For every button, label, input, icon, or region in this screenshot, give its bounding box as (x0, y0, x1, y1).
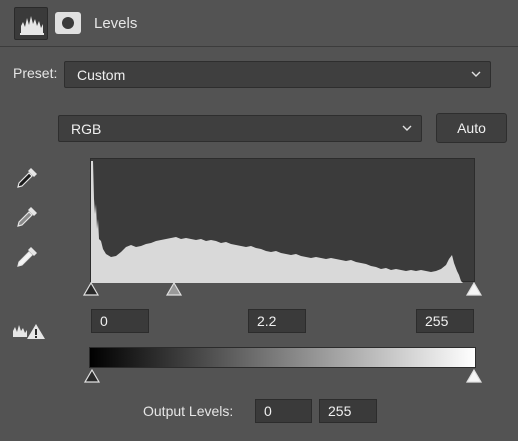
panel-title: Levels (94, 15, 138, 32)
histogram-graph (91, 161, 463, 283)
mask-icon (62, 17, 74, 29)
chevron-down-icon (471, 71, 481, 77)
panel-header: Levels (0, 0, 518, 47)
clipping-warning-icon[interactable] (12, 321, 46, 341)
preset-label: Preset: (13, 65, 58, 81)
input-black-field[interactable]: 0 (91, 309, 149, 333)
levels-adjustment-tab[interactable] (14, 7, 48, 40)
auto-button[interactable]: Auto (436, 113, 507, 143)
gamma-input-slider[interactable] (165, 282, 183, 298)
output-gradient-bar (89, 347, 476, 368)
chevron-down-icon (402, 125, 412, 131)
gray-point-eyedropper-icon[interactable] (14, 204, 40, 230)
white-point-eyedropper-icon[interactable] (14, 244, 40, 270)
preset-value: Custom (77, 67, 126, 83)
black-input-slider[interactable] (82, 282, 100, 298)
output-levels-label: Output Levels: (143, 403, 234, 419)
white-output-slider[interactable] (465, 369, 483, 385)
output-white-field[interactable]: 255 (319, 399, 377, 423)
output-black-field[interactable]: 0 (255, 399, 312, 423)
histogram (90, 158, 475, 283)
mask-tab[interactable] (55, 12, 81, 34)
histogram-icon (20, 16, 44, 35)
channel-value: RGB (71, 121, 102, 137)
channel-dropdown[interactable]: RGB (58, 115, 422, 142)
histogram-fill (91, 161, 463, 283)
input-white-field[interactable]: 255 (416, 309, 474, 333)
input-gamma-field[interactable]: 2.2 (248, 309, 306, 333)
black-output-slider[interactable] (83, 369, 101, 385)
white-input-slider[interactable] (465, 282, 483, 298)
black-point-eyedropper-icon[interactable] (14, 165, 40, 191)
preset-dropdown[interactable]: Custom (64, 61, 491, 88)
